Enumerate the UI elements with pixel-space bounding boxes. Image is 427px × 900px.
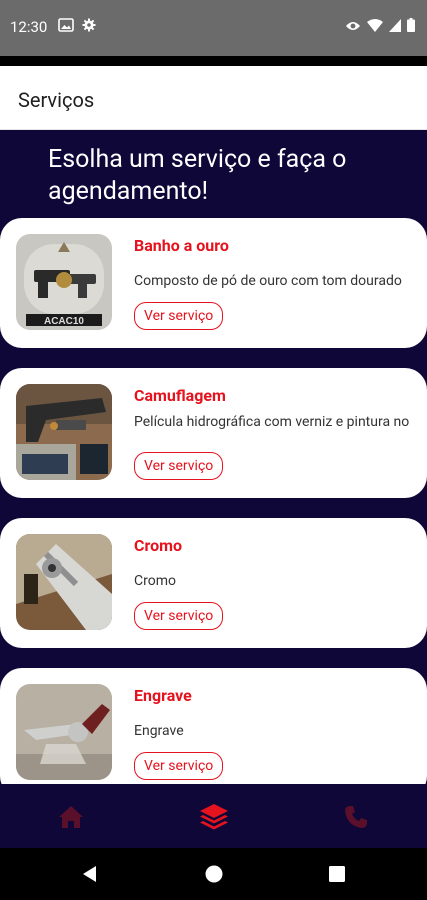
status-left-icons bbox=[58, 17, 96, 36]
app-header: Serviços bbox=[0, 66, 427, 130]
home-icon bbox=[59, 806, 83, 828]
service-description: Cromo bbox=[134, 573, 176, 589]
layers-icon bbox=[200, 804, 228, 830]
system-navigation-bar bbox=[0, 848, 427, 900]
services-content[interactable]: Esolha um serviço e faça o agendamento! … bbox=[0, 130, 427, 784]
gallery-icon bbox=[58, 17, 74, 36]
service-title: Engrave bbox=[134, 686, 192, 705]
view-service-button[interactable]: Ver serviço bbox=[134, 602, 224, 630]
status-right-icons bbox=[345, 17, 415, 36]
service-description: Engrave bbox=[134, 723, 184, 739]
service-thumbnail bbox=[16, 684, 112, 780]
service-description: Película hidrográfica com verniz e pintu… bbox=[134, 414, 410, 430]
nav-services[interactable] bbox=[199, 802, 229, 832]
nav-home[interactable] bbox=[56, 802, 86, 832]
bottom-navigation bbox=[0, 784, 427, 848]
service-thumbnail bbox=[16, 384, 112, 480]
service-card-banho-a-ouro[interactable]: ACAC10 Banho a ouro Composto de pó de ou… bbox=[0, 218, 427, 348]
service-title: Camuflagem bbox=[134, 386, 226, 405]
service-title: Banho a ouro bbox=[134, 236, 229, 255]
service-card-cromo[interactable]: Cromo Cromo Ver serviço bbox=[0, 518, 427, 648]
phone-icon bbox=[345, 806, 367, 828]
recents-icon[interactable] bbox=[327, 864, 347, 884]
service-description: Composto de pó de ouro com tom dourado bbox=[134, 273, 402, 289]
home-button-icon[interactable] bbox=[204, 864, 224, 884]
service-thumbnail: ACAC10 bbox=[16, 234, 112, 330]
service-card-camuflagem[interactable]: Camuflagem Película hidrográfica com ver… bbox=[0, 368, 427, 498]
page-title: Serviços bbox=[18, 88, 95, 112]
view-service-button[interactable]: Ver serviço bbox=[134, 302, 224, 330]
eye-icon bbox=[345, 17, 361, 36]
view-service-button[interactable]: Ver serviço bbox=[134, 452, 224, 480]
nav-contact[interactable] bbox=[341, 802, 371, 832]
back-icon[interactable] bbox=[80, 864, 100, 884]
wifi-icon bbox=[367, 17, 383, 36]
svg-text:ACAC10: ACAC10 bbox=[44, 316, 84, 327]
battery-icon bbox=[407, 17, 415, 36]
service-card-engrave[interactable]: Engrave Engrave Ver serviço bbox=[0, 668, 427, 784]
service-thumbnail bbox=[16, 534, 112, 630]
signal-icon bbox=[389, 17, 401, 36]
status-time: 12:30 bbox=[10, 18, 48, 36]
status-bar: 12:30 bbox=[0, 0, 427, 56]
settings-gear-icon bbox=[82, 17, 96, 36]
view-service-button[interactable]: Ver serviço bbox=[134, 752, 224, 780]
service-title: Cromo bbox=[134, 536, 183, 555]
services-heading: Esolha um serviço e faça o agendamento! bbox=[48, 145, 347, 206]
